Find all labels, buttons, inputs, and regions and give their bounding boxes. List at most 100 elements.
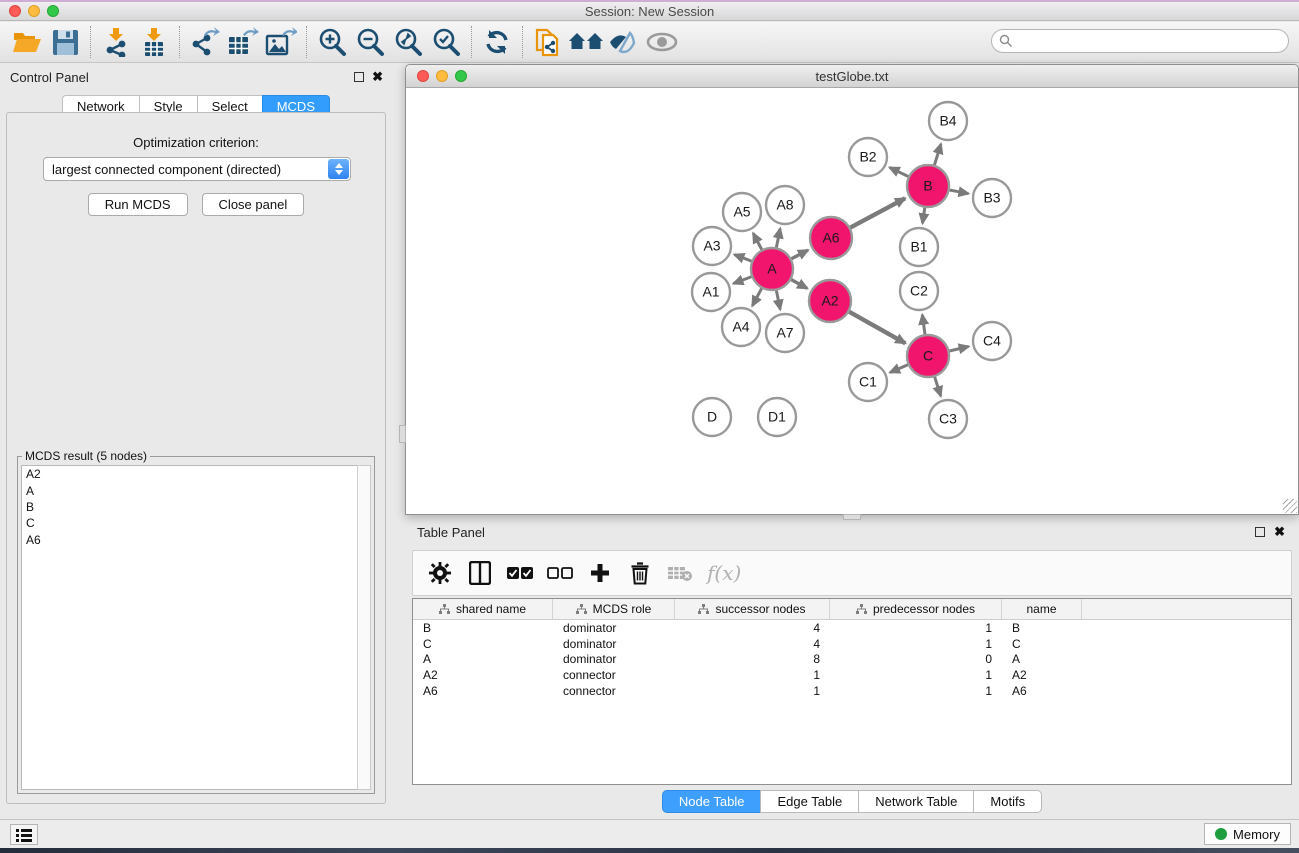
mcds-result-item[interactable]: C (22, 515, 358, 531)
node-C1[interactable]: C1 (849, 363, 887, 401)
edge-A-A1[interactable] (733, 277, 751, 284)
edge-C-C3[interactable] (935, 377, 941, 396)
network-window-titlebar[interactable]: testGlobe.txt (406, 65, 1298, 88)
table-row[interactable]: Cdominator41C (413, 636, 1291, 652)
horizontal-splitter-handle[interactable] (843, 514, 861, 520)
edge-A-A2[interactable] (791, 280, 807, 289)
edge-B-B3[interactable] (950, 190, 969, 194)
node-C4[interactable]: C4 (973, 322, 1011, 360)
edge-B-B1[interactable] (923, 208, 925, 223)
node-A5[interactable]: A5 (723, 193, 761, 231)
criterion-select[interactable]: largest connected component (directed) (43, 157, 351, 181)
node-A[interactable]: A (751, 248, 793, 290)
mcds-result-item[interactable]: A (22, 482, 358, 498)
style-eye-icon[interactable] (605, 25, 643, 59)
node-A8[interactable]: A8 (766, 186, 804, 224)
open-folder-icon[interactable] (8, 25, 46, 59)
node-B1[interactable]: B1 (900, 228, 938, 266)
node-table[interactable]: shared nameMCDS rolesuccessor nodesprede… (412, 598, 1292, 785)
node-A3[interactable]: A3 (693, 227, 731, 265)
node-C3[interactable]: C3 (929, 400, 967, 438)
delete-table-icon[interactable] (663, 556, 697, 590)
node-B2[interactable]: B2 (849, 138, 887, 176)
node-A6[interactable]: A6 (810, 217, 852, 259)
column-header-shared-name[interactable]: shared name (413, 599, 553, 619)
refresh-icon[interactable] (478, 25, 516, 59)
node-A4[interactable]: A4 (722, 308, 760, 346)
function-builder-icon[interactable]: f(x) (707, 561, 741, 585)
tab-motifs[interactable]: Motifs (973, 790, 1042, 813)
edge-B-B2[interactable] (890, 167, 909, 176)
tab-network-table[interactable]: Network Table (858, 790, 973, 813)
column-header-successor-nodes[interactable]: successor nodes (675, 599, 830, 619)
mcds-result-item[interactable]: B (22, 499, 358, 515)
zoom-out-icon[interactable] (351, 25, 389, 59)
vertical-splitter-handle[interactable] (399, 425, 406, 443)
node-D1[interactable]: D1 (758, 398, 796, 436)
task-history-icon[interactable] (10, 824, 38, 845)
gear-icon[interactable] (423, 556, 457, 590)
edge-A-A5[interactable] (753, 233, 762, 249)
node-D[interactable]: D (693, 398, 731, 436)
home-icon[interactable] (567, 25, 605, 59)
mcds-result-list[interactable]: A2ABCA6 (21, 465, 359, 790)
mcds-result-item[interactable]: A6 (22, 532, 358, 548)
node-B4[interactable]: B4 (929, 102, 967, 140)
table-row[interactable]: Bdominator41B (413, 620, 1291, 636)
show-hide-eye-icon[interactable] (643, 25, 681, 59)
table-row[interactable]: A6connector11A6 (413, 683, 1291, 699)
node-B[interactable]: B (907, 165, 949, 207)
network-canvas[interactable]: B4 B2 B B3 A8A5 A6 A3 B1 A C2 A1 A2 A4A7 C4 C C1 D C3 D1 (407, 89, 1297, 514)
table-close-panel-icon[interactable]: ✖ (1274, 524, 1285, 540)
edge-C-C2[interactable] (922, 315, 925, 334)
close-panel-icon[interactable]: ✖ (372, 69, 383, 85)
import-network-icon[interactable] (97, 25, 135, 59)
edge-C-C1[interactable] (890, 365, 908, 373)
import-table-icon[interactable] (135, 25, 173, 59)
add-icon[interactable] (583, 556, 617, 590)
memory-button[interactable]: Memory (1204, 823, 1291, 845)
edge-A-A3[interactable] (734, 255, 751, 262)
column-header-predecessor-nodes[interactable]: predecessor nodes (830, 599, 1002, 619)
node-A2[interactable]: A2 (809, 280, 851, 322)
tab-node-table[interactable]: Node Table (662, 790, 761, 813)
node-C[interactable]: C (907, 335, 949, 377)
float-panel-icon[interactable] (354, 72, 364, 82)
select-all-icon[interactable] (503, 556, 537, 590)
export-image-icon[interactable] (262, 25, 300, 59)
save-icon[interactable] (46, 25, 84, 59)
deselect-all-icon[interactable] (543, 556, 577, 590)
export-table-icon[interactable] (224, 25, 262, 59)
table-row[interactable]: Adominator80A (413, 652, 1291, 668)
edge-A-A4[interactable] (752, 288, 761, 305)
edge-A-A6[interactable] (791, 250, 808, 259)
resize-grip-icon[interactable] (1283, 499, 1297, 513)
edge-B-B4[interactable] (934, 144, 940, 165)
edge-A6-B[interactable] (850, 198, 905, 227)
close-panel-button[interactable]: Close panel (202, 193, 305, 216)
column-layout-icon[interactable] (463, 556, 497, 590)
zoom-fit-icon[interactable] (389, 25, 427, 59)
table-row[interactable]: A2connector11A2 (413, 667, 1291, 683)
node-B3[interactable]: B3 (973, 179, 1011, 217)
node-C2[interactable]: C2 (900, 272, 938, 310)
tab-edge-table[interactable]: Edge Table (760, 790, 858, 813)
node-A1[interactable]: A1 (692, 273, 730, 311)
node-A7[interactable]: A7 (766, 314, 804, 352)
column-header-name[interactable]: name (1002, 599, 1082, 619)
trash-icon[interactable] (623, 556, 657, 590)
run-mcds-button[interactable]: Run MCDS (88, 193, 188, 216)
column-header-MCDS-role[interactable]: MCDS role (553, 599, 675, 619)
edge-A-A7[interactable] (776, 291, 780, 310)
edge-A2-C[interactable] (849, 312, 905, 344)
zoom-in-icon[interactable] (313, 25, 351, 59)
edge-A-A8[interactable] (776, 229, 780, 248)
edge-C-C4[interactable] (949, 346, 968, 351)
export-network-icon[interactable] (186, 25, 224, 59)
mcds-result-item[interactable]: A2 (22, 466, 358, 482)
table-float-panel-icon[interactable] (1255, 527, 1265, 537)
search-field[interactable] (991, 29, 1289, 53)
search-input[interactable] (991, 29, 1289, 53)
zoom-selected-icon[interactable] (427, 25, 465, 59)
mcds-result-scrollbar[interactable] (357, 465, 371, 790)
